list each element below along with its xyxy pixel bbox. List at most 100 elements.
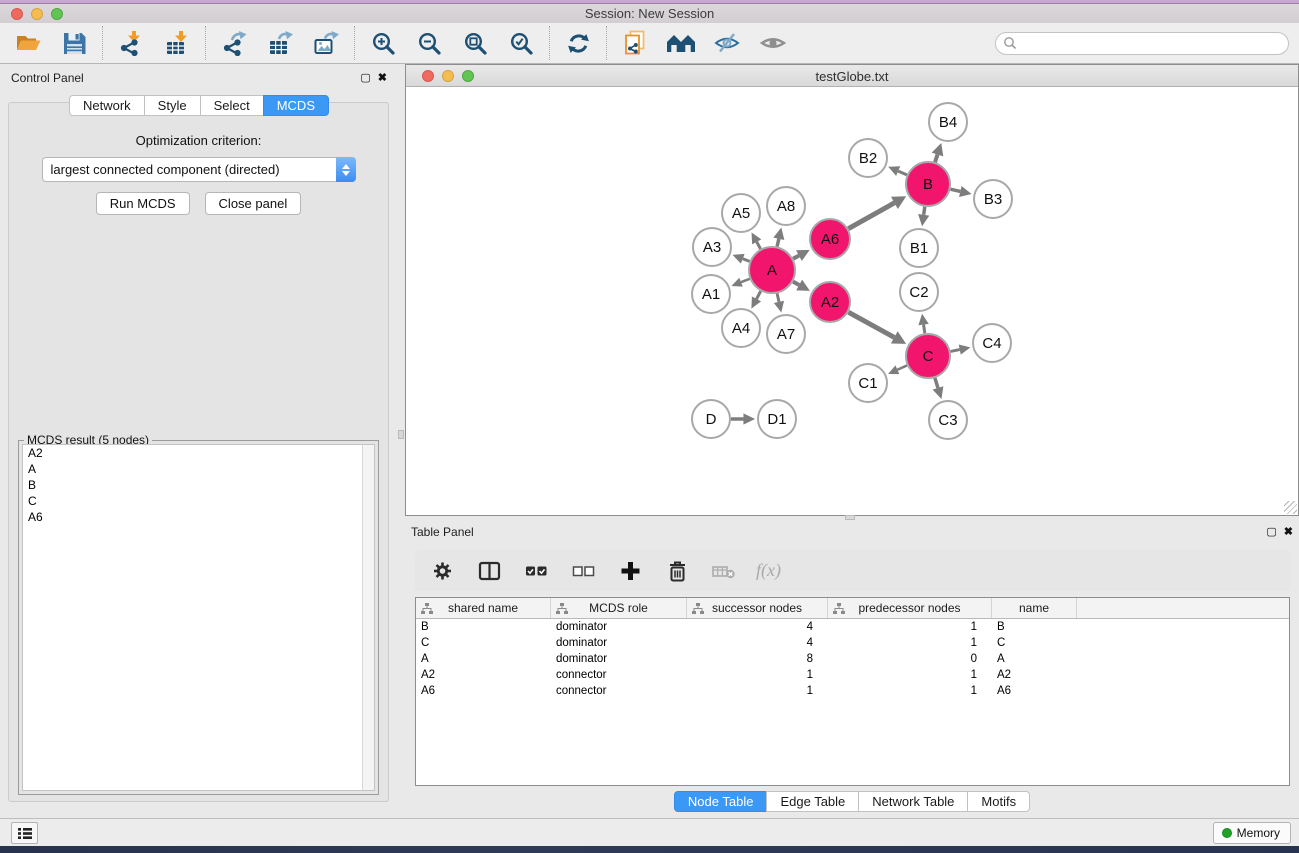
cell-successor-nodes[interactable]: 1 xyxy=(687,669,828,681)
tab-style[interactable]: Style xyxy=(144,95,201,116)
graph-node-A6[interactable]: A6 xyxy=(810,219,850,259)
graph-edge-C-C3[interactable] xyxy=(933,378,944,399)
graph-node-C4[interactable]: C4 xyxy=(973,324,1011,362)
cell-name[interactable]: A2 xyxy=(992,669,1077,681)
zoom-in-icon[interactable] xyxy=(368,28,398,58)
graph-edge-B-B4[interactable] xyxy=(932,143,944,162)
run-mcds-button[interactable]: Run MCDS xyxy=(96,192,190,215)
cell-successor-nodes[interactable]: 8 xyxy=(687,653,828,665)
resize-grip-icon[interactable] xyxy=(1284,501,1297,514)
select-all-icon[interactable] xyxy=(521,556,551,586)
search-field[interactable] xyxy=(995,32,1289,55)
deselect-all-icon[interactable] xyxy=(568,556,598,586)
graph-node-C2[interactable]: C2 xyxy=(900,273,938,311)
graph-node-A1[interactable]: A1 xyxy=(692,275,730,313)
search-input[interactable] xyxy=(1017,36,1281,50)
cell-successor-nodes[interactable]: 4 xyxy=(687,621,828,633)
graph-edge-A-A7[interactable] xyxy=(774,293,784,312)
graph-node-A7[interactable]: A7 xyxy=(767,315,805,353)
graph-edge-B-B2[interactable] xyxy=(888,166,907,176)
mcds-result-item[interactable]: B xyxy=(23,477,374,493)
graph-edge-A2-C[interactable] xyxy=(848,312,906,344)
cell-name[interactable]: C xyxy=(992,637,1077,649)
column-visibility-icon[interactable] xyxy=(474,556,504,586)
float-table-panel-icon[interactable]: ▢ xyxy=(1266,527,1276,538)
import-network-icon[interactable] xyxy=(116,28,146,58)
graph-node-C[interactable]: C xyxy=(906,334,950,378)
graph-edge-A-A3[interactable] xyxy=(733,254,750,264)
graph-edge-B-B1[interactable] xyxy=(918,207,929,226)
tab-edge-table[interactable]: Edge Table xyxy=(766,791,859,812)
graph-node-B1[interactable]: B1 xyxy=(900,229,938,267)
graph-node-A[interactable]: A xyxy=(749,247,795,293)
cell-shared-name[interactable]: A2 xyxy=(416,669,551,681)
column-header-predecessor-nodes[interactable]: predecessor nodes xyxy=(828,598,992,618)
table-row[interactable]: A6connector11A6 xyxy=(416,683,1289,699)
close-table-panel-icon[interactable]: ✖ xyxy=(1284,527,1293,538)
save-session-icon[interactable] xyxy=(59,28,89,58)
cell-successor-nodes[interactable]: 1 xyxy=(687,685,828,697)
graph-node-B[interactable]: B xyxy=(906,162,950,206)
mcds-result-item[interactable]: A2 xyxy=(23,445,374,461)
open-session-icon[interactable] xyxy=(13,28,43,58)
table-row[interactable]: A2connector11A2 xyxy=(416,667,1289,683)
cell-predecessor-nodes[interactable]: 1 xyxy=(828,621,992,633)
apply-layout-icon[interactable] xyxy=(563,28,593,58)
hide-selected-icon[interactable] xyxy=(712,28,742,58)
mcds-result-item[interactable]: A6 xyxy=(23,509,374,525)
cell-shared-name[interactable]: C xyxy=(416,637,551,649)
cell-name[interactable]: A6 xyxy=(992,685,1077,697)
mcds-result-item[interactable]: C xyxy=(23,493,374,509)
cell-mcds-role[interactable]: dominator xyxy=(551,621,687,633)
network-canvas[interactable]: ABCA6A2A1A3A4A5A7A8B1B2B3B4C1C2C3C4DD1 xyxy=(407,88,1297,514)
graph-edge-A-A4[interactable] xyxy=(751,291,761,308)
trash-icon[interactable] xyxy=(662,556,692,586)
graph-edge-A-A8[interactable] xyxy=(773,227,784,246)
column-header-shared-name[interactable]: shared name xyxy=(416,598,551,618)
cell-mcds-role[interactable]: connector xyxy=(551,685,687,697)
show-all-icon[interactable] xyxy=(758,28,788,58)
tab-motifs[interactable]: Motifs xyxy=(967,791,1030,812)
graph-node-A2[interactable]: A2 xyxy=(810,282,850,322)
graph-node-A3[interactable]: A3 xyxy=(693,228,731,266)
zoom-out-icon[interactable] xyxy=(414,28,444,58)
column-header-name[interactable]: name xyxy=(992,598,1077,618)
graph-node-B2[interactable]: B2 xyxy=(849,139,887,177)
cell-successor-nodes[interactable]: 4 xyxy=(687,637,828,649)
zoom-selected-icon[interactable] xyxy=(506,28,536,58)
close-panel-button[interactable]: Close panel xyxy=(205,192,302,215)
tab-network-table[interactable]: Network Table xyxy=(858,791,968,812)
column-header-successor-nodes[interactable]: successor nodes xyxy=(687,598,828,618)
graph-node-A5[interactable]: A5 xyxy=(722,194,760,232)
graph-node-D1[interactable]: D1 xyxy=(758,400,796,438)
graph-node-B4[interactable]: B4 xyxy=(929,103,967,141)
graph-node-C3[interactable]: C3 xyxy=(929,401,967,439)
cell-predecessor-nodes[interactable]: 1 xyxy=(828,685,992,697)
graph-node-D[interactable]: D xyxy=(692,400,730,438)
network-graph[interactable]: ABCA6A2A1A3A4A5A7A8B1B2B3B4C1C2C3C4DD1 xyxy=(407,88,1298,516)
graph-node-C1[interactable]: C1 xyxy=(849,364,887,402)
graph-edge-C-C2[interactable] xyxy=(918,314,928,333)
export-image-icon[interactable] xyxy=(311,28,341,58)
graph-node-B3[interactable]: B3 xyxy=(974,180,1012,218)
export-network-icon[interactable] xyxy=(219,28,249,58)
cell-mcds-role[interactable]: dominator xyxy=(551,637,687,649)
tab-mcds[interactable]: MCDS xyxy=(263,95,329,116)
tab-network[interactable]: Network xyxy=(69,95,145,116)
cell-predecessor-nodes[interactable]: 1 xyxy=(828,637,992,649)
gear-icon[interactable] xyxy=(427,556,457,586)
cell-mcds-role[interactable]: dominator xyxy=(551,653,687,665)
optimization-criterion-select[interactable]: largest connected component (directed) xyxy=(42,157,356,182)
graph-edge-D-D1[interactable] xyxy=(731,413,755,424)
mcds-result-list[interactable]: A2ABCA6 xyxy=(22,444,375,791)
graph-node-A8[interactable]: A8 xyxy=(767,187,805,225)
graph-edge-C-C1[interactable] xyxy=(888,365,907,374)
tab-node-table[interactable]: Node Table xyxy=(674,791,768,812)
network-window-titlebar[interactable]: testGlobe.txt xyxy=(406,65,1298,87)
memory-button[interactable]: Memory xyxy=(1213,822,1291,844)
graph-edge-A-A5[interactable] xyxy=(752,232,762,249)
table-row[interactable]: Adominator80A xyxy=(416,651,1289,667)
graph-edge-A-A2[interactable] xyxy=(793,280,810,291)
cell-name[interactable]: B xyxy=(992,621,1077,633)
add-column-icon[interactable] xyxy=(615,556,645,586)
